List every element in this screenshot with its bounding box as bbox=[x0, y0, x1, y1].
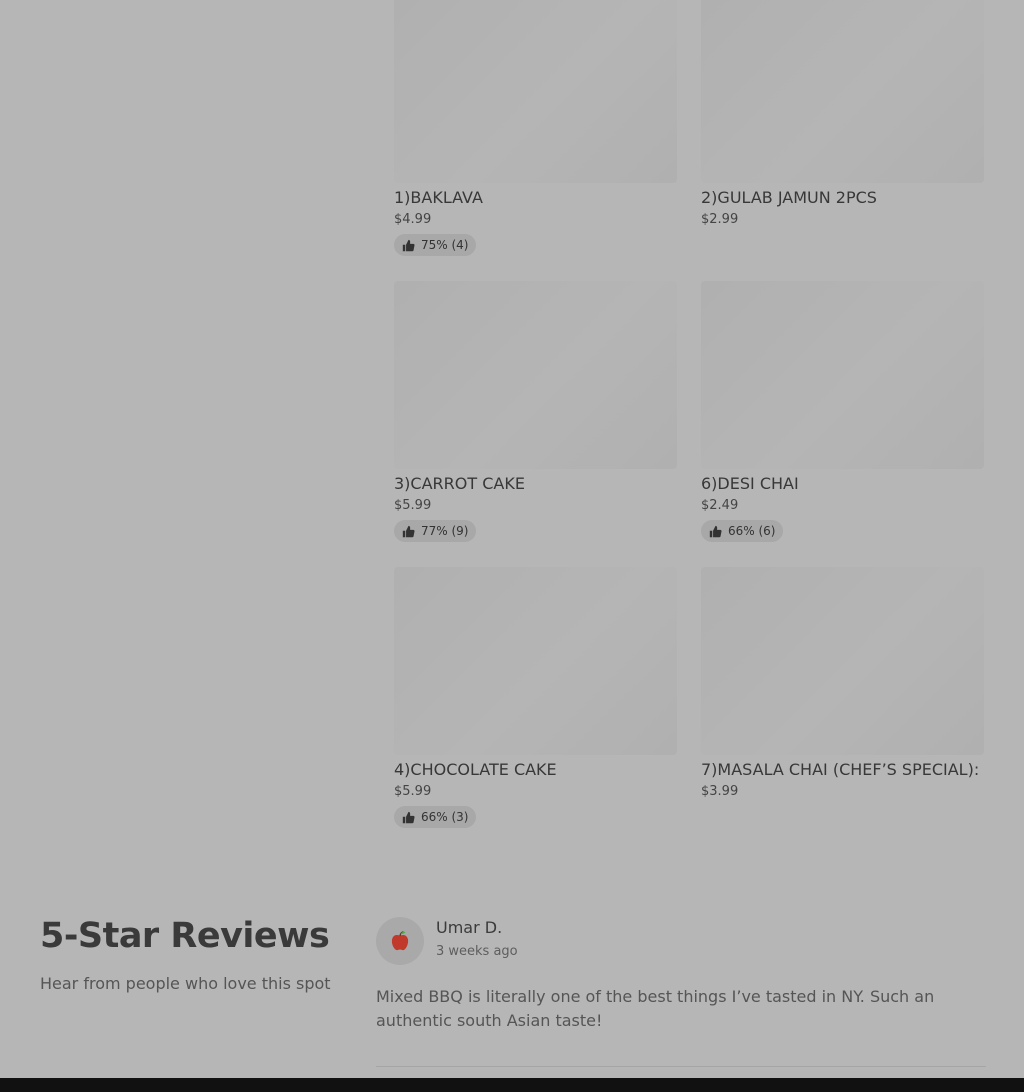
apple-icon bbox=[391, 931, 409, 951]
menu-item-name[interactable]: 4)CHOCOLATE CAKE bbox=[394, 759, 677, 781]
menu-item-name[interactable]: 2)GULAB JAMUN 2PCS bbox=[701, 187, 984, 209]
menu-item-price: $2.99 bbox=[701, 212, 739, 227]
rating-badge: 75% (4) bbox=[394, 234, 477, 256]
thumbs-up-icon bbox=[709, 525, 722, 537]
menu-item-card[interactable]: 3)CARROT CAKE $5.99 77% (9) bbox=[394, 281, 677, 542]
menu-item-card[interactable]: 2)GULAB JAMUN 2PCS $2.99 bbox=[701, 0, 984, 229]
rating-text: 75% (4) bbox=[421, 238, 469, 252]
divider bbox=[376, 1066, 986, 1067]
menu-item-image[interactable] bbox=[701, 0, 984, 183]
menu-item-price: $5.99 bbox=[394, 784, 432, 799]
review-text: Mixed BBQ is literally one of the best t… bbox=[376, 987, 935, 1030]
rating-text: 66% (6) bbox=[728, 524, 776, 538]
rating-badge: 77% (9) bbox=[394, 520, 477, 542]
menu-item-price: $5.99 bbox=[394, 498, 432, 513]
menu-item-card[interactable]: 1)BAKLAVA $4.99 75% (4) bbox=[394, 0, 677, 256]
reviews-heading: 5-Star Reviews bbox=[40, 916, 330, 956]
menu-item-image[interactable] bbox=[394, 567, 677, 755]
menu-item-image[interactable] bbox=[701, 281, 984, 469]
menu-item-price: $4.99 bbox=[394, 212, 432, 227]
rating-text: 66% (3) bbox=[421, 810, 469, 824]
menu-item-card[interactable]: 6)DESI CHAI $2.49 66% (6) bbox=[701, 281, 984, 542]
menu-item-image[interactable] bbox=[394, 0, 677, 183]
review-timestamp: 3 weeks ago bbox=[436, 944, 518, 959]
menu-item-name[interactable]: 1)BAKLAVA bbox=[394, 187, 677, 209]
menu-item-price: $2.49 bbox=[701, 498, 739, 513]
menu-item-name[interactable]: 3)CARROT CAKE bbox=[394, 473, 677, 495]
thumbs-up-icon bbox=[402, 525, 415, 537]
menu-item-name[interactable]: 6)DESI CHAI bbox=[701, 473, 984, 495]
menu-item-card[interactable]: 4)CHOCOLATE CAKE $5.99 66% (3) bbox=[394, 567, 677, 828]
menu-item-image[interactable] bbox=[701, 567, 984, 755]
footer-bar bbox=[0, 1078, 1024, 1092]
reviewer-name[interactable]: Umar D. bbox=[436, 918, 502, 937]
menu-item-price: $3.99 bbox=[701, 784, 739, 799]
menu-item-name[interactable]: 7)MASALA CHAI (CHEF’S SPECIAL): bbox=[701, 759, 984, 781]
rating-badge: 66% (3) bbox=[394, 806, 477, 828]
thumbs-up-icon bbox=[402, 811, 415, 823]
menu-item-card[interactable]: 7)MASALA CHAI (CHEF’S SPECIAL): $3.99 bbox=[701, 567, 984, 801]
menu-item-image[interactable] bbox=[394, 281, 677, 469]
thumbs-up-icon bbox=[402, 239, 415, 251]
reviews-subtitle: Hear from people who love this spot bbox=[40, 974, 331, 993]
avatar[interactable] bbox=[376, 917, 424, 965]
rating-text: 77% (9) bbox=[421, 524, 469, 538]
rating-badge: 66% (6) bbox=[701, 520, 784, 542]
